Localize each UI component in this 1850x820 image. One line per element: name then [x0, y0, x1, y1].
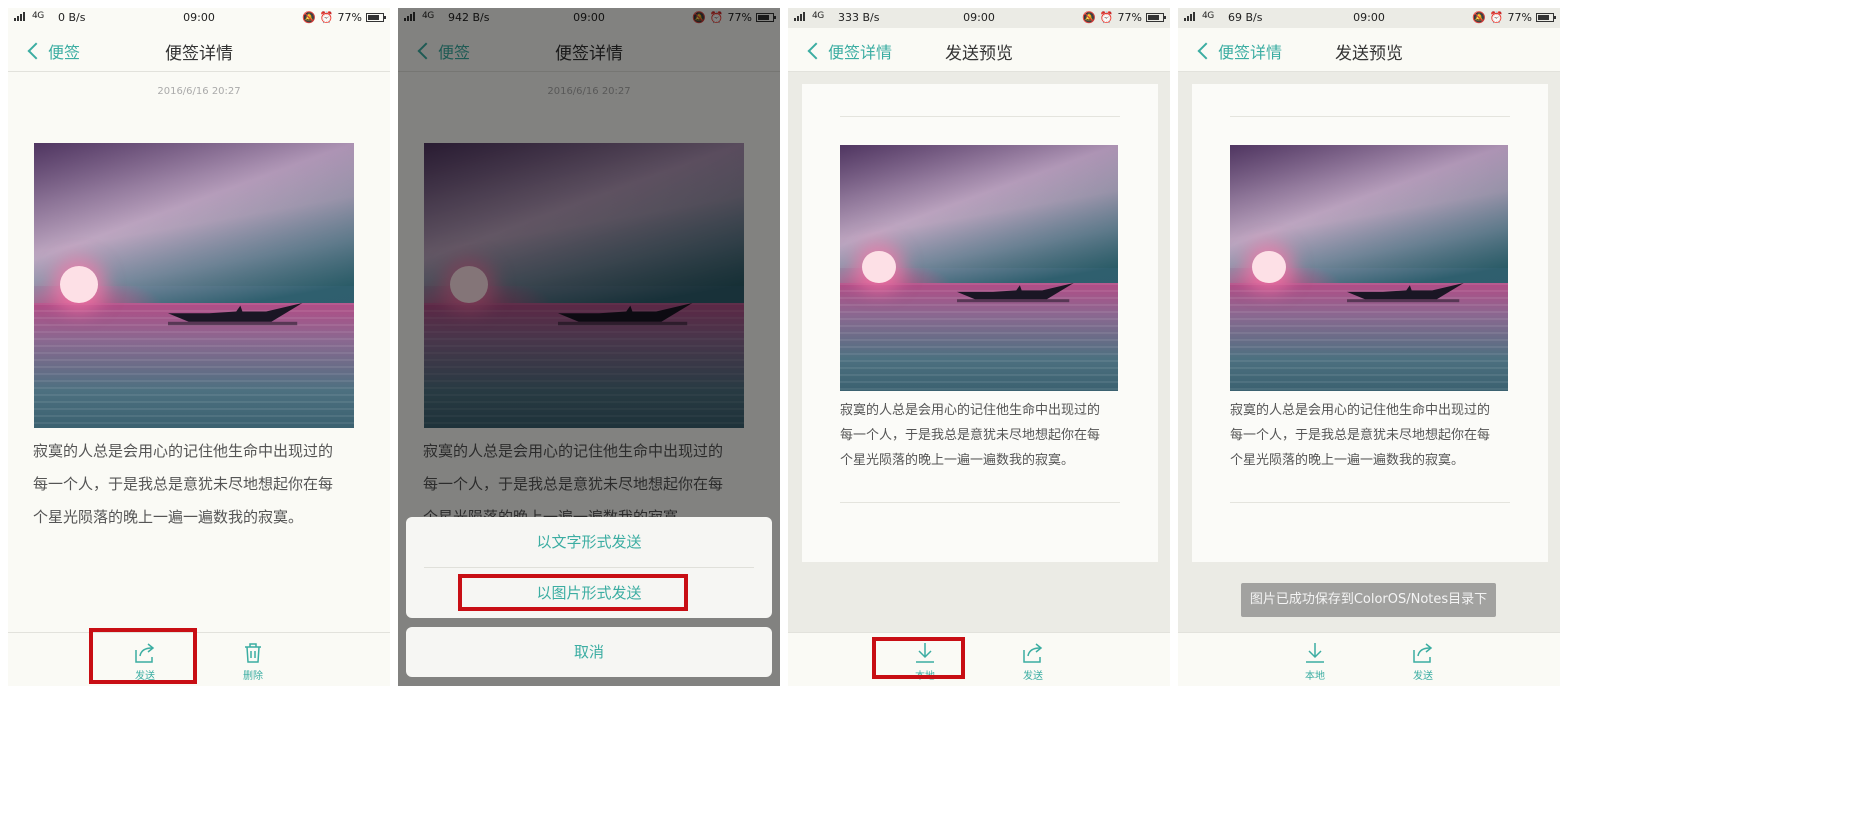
delete-label: 删除: [243, 671, 263, 682]
sun: [1252, 250, 1286, 283]
divider: [1230, 502, 1510, 503]
note-line: 每一个人，于是我总是意犹未尽地想起你在每: [840, 428, 1101, 443]
boat-silhouette: [1346, 282, 1464, 305]
battery-percent: 77%: [1117, 11, 1142, 24]
alarm-icon: ⏰: [319, 11, 334, 24]
boat-silhouette: [168, 302, 303, 329]
bottom-toolbar: 本地 发送: [1178, 632, 1560, 686]
highlight-box: [872, 637, 965, 679]
page-title: 发送预览: [945, 44, 1013, 64]
bottom-toolbar: 发送 删除: [8, 632, 390, 686]
battery-icon: [1536, 13, 1556, 22]
trash-icon: [245, 643, 261, 663]
nav-bar: 便签详情 发送预览: [788, 28, 1170, 72]
note-line: 每一个人，于是我总是意犹未尽地想起你在每: [1230, 428, 1491, 443]
battery-icon: [1146, 13, 1166, 22]
page-title: 发送预览: [1335, 44, 1403, 64]
note-line: 个星光陨落的晚上一遍一遍数我的寂寞。: [840, 453, 1075, 468]
status-bar: 4G 333 B/s 09:00 🔕 ⏰ 77%: [788, 8, 1170, 28]
preview-text: 寂寞的人总是会用心的记住他生命中出现过的 每一个人，于是我总是意犹未尽地想起你在…: [840, 398, 1130, 473]
screen-send-preview: 4G 333 B/s 09:00 🔕 ⏰ 77% 便签详情 发送预览 寂寞的人总…: [788, 8, 1170, 686]
note-line: 寂寞的人总是会用心的记住他生命中出现过的: [840, 403, 1101, 418]
divider: [840, 116, 1120, 117]
download-icon: [1306, 643, 1324, 663]
share-icon: [1023, 643, 1043, 663]
alarm-icon: ⏰: [1489, 11, 1504, 24]
sun: [59, 265, 98, 303]
send-button[interactable]: 发送: [1393, 641, 1453, 682]
note-line: 寂寞的人总是会用心的记住他生命中出现过的: [1230, 403, 1491, 418]
cancel-sheet: 取消: [406, 627, 772, 677]
send-label: 发送: [1023, 671, 1043, 682]
local-label: 本地: [1305, 671, 1325, 682]
send-button[interactable]: 发送: [1003, 641, 1063, 682]
screen-saved-toast: 4G 69 B/s 09:00 🔕 ⏰ 77% 便签详情 发送预览 寂寞的人总是…: [1178, 8, 1560, 686]
boat-silhouette: [956, 282, 1074, 305]
share-icon: [1413, 643, 1433, 663]
divider: [840, 502, 1120, 503]
sun: [862, 250, 896, 283]
preview-image: [1230, 145, 1508, 391]
note-text: 寂寞的人总是会用心的记住他生命中出现过的 每一个人，于是我总是意犹未尽地想起你在…: [33, 435, 368, 534]
divider: [1230, 116, 1510, 117]
save-success-toast: 图片已成功保存到ColorOS/Notes目录下: [1241, 583, 1496, 617]
note-image: [34, 143, 354, 428]
preview-card: 寂寞的人总是会用心的记住他生命中出现过的 每一个人，于是我总是意犹未尽地想起你在…: [802, 84, 1158, 562]
preview-text: 寂寞的人总是会用心的记住他生命中出现过的 每一个人，于是我总是意犹未尽地想起你在…: [1230, 398, 1520, 473]
cancel-button[interactable]: 取消: [406, 627, 772, 677]
status-bar: 4G 0 B/s 09:00 🔕 ⏰ 77%: [8, 8, 390, 28]
alarm-icon: ⏰: [1099, 11, 1114, 24]
preview-image: [840, 145, 1118, 391]
mute-icon: 🔕: [1082, 11, 1096, 24]
preview-card: 寂寞的人总是会用心的记住他生命中出现过的 每一个人，于是我总是意犹未尽地想起你在…: [1192, 84, 1548, 562]
bottom-toolbar: 本地 发送: [788, 632, 1170, 686]
nav-bar: 便签详情 发送预览: [1178, 28, 1560, 72]
highlight-box: [89, 628, 197, 684]
mute-icon: 🔕: [1472, 11, 1486, 24]
note-date: 2016/6/16 20:27: [157, 86, 241, 97]
page-title: 便签详情: [165, 44, 233, 64]
note-line: 每一个人，于是我总是意犹未尽地想起你在每: [33, 475, 334, 493]
mute-icon: 🔕: [302, 11, 316, 24]
battery-icon: [366, 13, 386, 22]
send-label: 发送: [1413, 671, 1433, 682]
save-local-button[interactable]: 本地: [1285, 641, 1345, 682]
battery-percent: 77%: [1507, 11, 1532, 24]
note-line: 个星光陨落的晚上一遍一遍数我的寂寞。: [33, 508, 304, 526]
note-line: 寂寞的人总是会用心的记住他生命中出现过的: [33, 442, 334, 460]
delete-button[interactable]: 删除: [223, 641, 283, 682]
battery-percent: 77%: [337, 11, 362, 24]
screen-send-options: 4G 942 B/s 09:00 🔕 ⏰ 77% 便签 便签详情 2016/6/…: [398, 8, 780, 686]
send-as-text-option[interactable]: 以文字形式发送: [406, 517, 772, 567]
highlight-box: [458, 574, 688, 611]
note-line: 个星光陨落的晚上一遍一遍数我的寂寞。: [1230, 453, 1465, 468]
status-bar: 4G 69 B/s 09:00 🔕 ⏰ 77%: [1178, 8, 1560, 28]
nav-bar: 便签 便签详情: [8, 28, 390, 72]
screen-note-detail: 4G 0 B/s 09:00 🔕 ⏰ 77% 便签 便签详情 2016/6/16…: [8, 8, 390, 686]
